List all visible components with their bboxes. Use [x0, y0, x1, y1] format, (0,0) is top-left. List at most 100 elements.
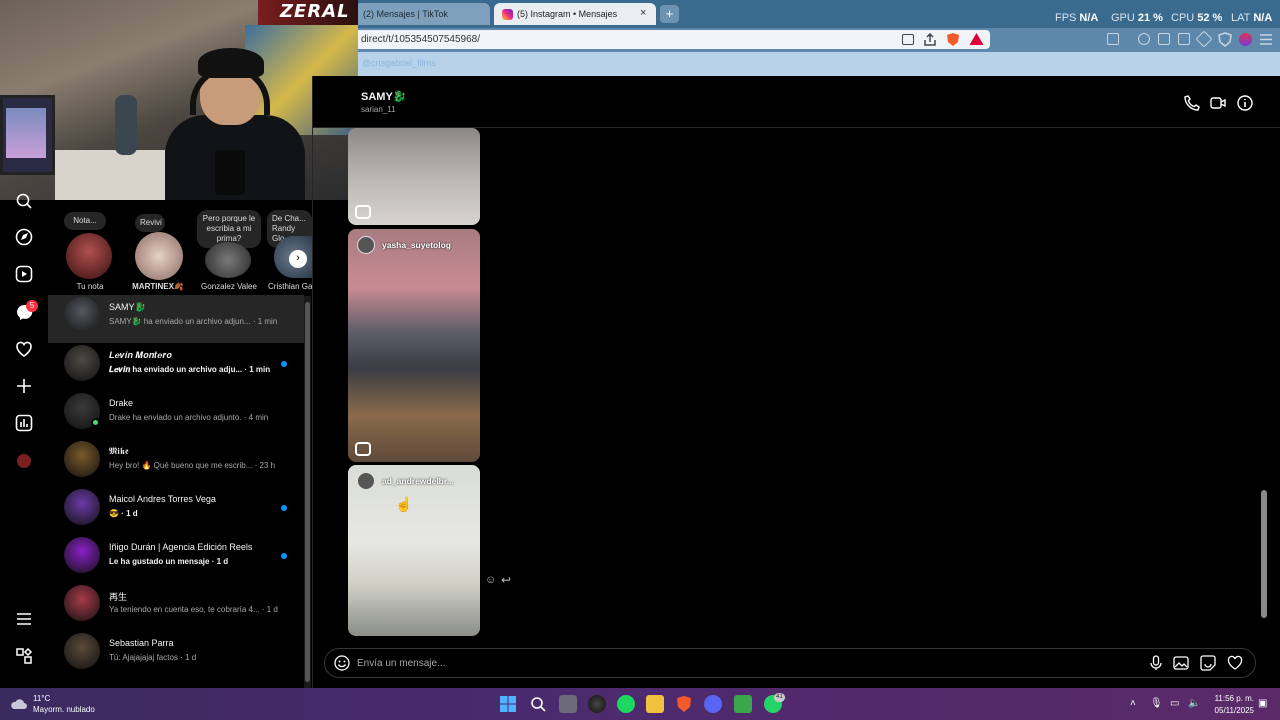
microphone	[215, 150, 245, 195]
file-explorer-icon[interactable]	[646, 695, 664, 713]
message-input[interactable]	[357, 655, 1137, 671]
brave-rewards-icon[interactable]	[969, 32, 984, 46]
close-tab-icon[interactable]: ×	[640, 7, 646, 19]
conversation-item[interactable]: SAMY🐉 SAMY🐉 ha enviado un archivo adjun..…	[48, 295, 304, 343]
conversation-item[interactable]: Maicol Andres Torres Vega 😎 · 1 d	[48, 487, 304, 535]
note-bubble[interactable]: Nota...	[64, 212, 106, 230]
spotify-icon[interactable]	[617, 695, 635, 713]
share-icon[interactable]	[923, 33, 937, 46]
more-menu-icon[interactable]	[15, 610, 33, 628]
note-avatar[interactable]	[66, 233, 112, 279]
reading-list-icon[interactable]	[1107, 33, 1119, 45]
conversation-name: Drake	[109, 398, 134, 408]
conversation-preview: Tú: Ajajajajaj factos · 1 d	[109, 653, 197, 662]
next-notes-button[interactable]: ›	[289, 250, 307, 268]
tab-instagram[interactable]: (5) Instagram • Mensajes	[494, 3, 656, 25]
like-heart-icon[interactable]	[1227, 655, 1243, 671]
dashboard-icon[interactable]	[15, 414, 33, 432]
emoji-icon[interactable]	[334, 655, 350, 671]
chat-title[interactable]: SAMY🐉	[361, 90, 406, 103]
menu-icon[interactable]	[1260, 34, 1272, 45]
create-icon[interactable]	[15, 377, 33, 395]
conversation-scrollbar[interactable]	[304, 296, 311, 688]
reply-icon[interactable]: ↩	[501, 573, 511, 587]
explore-icon[interactable]	[15, 228, 33, 246]
note-avatar[interactable]	[135, 232, 183, 280]
note-name: MARTINEX🍂	[132, 282, 184, 291]
conversation-item[interactable]: 𝑳𝒆𝒗𝒊𝒏 𝑴𝒐𝒏𝒕𝒆𝒓𝒐 𝑳𝒆𝒗𝒊𝒏 ha enviado un archivo…	[48, 343, 304, 391]
reel-author-avatar	[357, 236, 375, 254]
scrollbar-thumb[interactable]	[1261, 490, 1267, 618]
search-icon[interactable]	[15, 192, 33, 210]
search-icon[interactable]	[529, 695, 547, 713]
discord-icon[interactable]	[704, 695, 722, 713]
app-icon[interactable]	[734, 695, 752, 713]
task-view-icon[interactable]	[559, 695, 577, 713]
conversation-preview: Ya teniendo en cuenta eso, te cobraría 4…	[109, 605, 278, 614]
address-bar[interactable]: direct/t/105354507545968/	[355, 30, 990, 49]
conversation-preview: 𝑳𝒆𝒗𝒊𝒏 ha enviado un archivo adju... · 1 …	[109, 365, 271, 374]
conversation-item[interactable]: 再生 Ya teniendo en cuenta eso, te cobraría…	[48, 583, 304, 631]
notifications-icon[interactable]: ▣	[1258, 698, 1267, 709]
clock-date[interactable]: 05/11/2025	[1210, 706, 1254, 715]
conversation-avatar	[64, 633, 100, 669]
tray-network-icon[interactable]: ▭	[1170, 698, 1179, 709]
reels-icon[interactable]	[15, 265, 33, 283]
windows-start-icon[interactable]	[499, 695, 517, 713]
wallet-icon[interactable]	[1178, 33, 1190, 45]
sticker-icon[interactable]	[1200, 655, 1216, 671]
reel-author: yasha_suyetolog	[382, 240, 451, 250]
tab-label: (2) Mensajes | TikTok	[363, 9, 448, 19]
clock-time[interactable]: 11:56 p. m.	[1210, 694, 1254, 703]
note-bubble[interactable]: Revivi	[135, 214, 165, 232]
weather-temperature[interactable]: 11°C	[33, 694, 50, 703]
reel-message[interactable]	[348, 128, 480, 225]
tray-overflow-icon[interactable]: ˄	[1130, 698, 1136, 709]
new-tab-button[interactable]: +	[660, 5, 679, 23]
sidebar-icon[interactable]	[1158, 33, 1170, 45]
conversation-preview: 😎 · 1 d	[109, 509, 138, 518]
brave-shield-icon[interactable]	[946, 32, 960, 47]
note-avatar[interactable]	[205, 242, 251, 278]
brave-icon[interactable]	[675, 695, 693, 713]
instagram-icon	[502, 9, 513, 21]
obs-icon[interactable]	[588, 695, 606, 713]
notification-badge: 5	[26, 300, 38, 312]
bookmark-link[interactable]: @crisgabriel_films	[362, 58, 436, 68]
info-icon[interactable]	[1237, 95, 1253, 111]
online-indicator	[91, 418, 100, 427]
scrollbar-thumb[interactable]	[305, 302, 310, 682]
profile-icon[interactable]	[1239, 33, 1252, 46]
video-call-icon[interactable]	[1210, 95, 1226, 111]
hud-fps: FPS N/A	[1055, 12, 1099, 24]
heart-icon[interactable]	[15, 340, 33, 358]
streamer-logo: ZERAL	[258, 0, 358, 25]
microphone-icon[interactable]	[1148, 655, 1164, 671]
unread-dot	[281, 505, 287, 511]
conversation-item[interactable]: Iñigo Durán | Agencia Edición Reels Le ha…	[48, 535, 304, 583]
cast-icon[interactable]	[902, 34, 914, 45]
profile-avatar[interactable]	[17, 454, 31, 468]
conversation-avatar	[64, 345, 100, 381]
react-emoji-icon[interactable]: ☺	[485, 574, 496, 586]
music-icon[interactable]	[1138, 33, 1150, 45]
reel-message[interactable]: yasha_suyetolog	[348, 229, 480, 462]
tray-volume-icon[interactable]: 🔈	[1188, 698, 1200, 709]
conversation-item[interactable]: 𝕸𝖎𝖐𝖊 Hey bro! 🔥 Qué bueno que me escrib..…	[48, 439, 304, 487]
webcam-bottle	[115, 95, 137, 155]
tray-mic-icon[interactable]: 🎙	[1150, 698, 1163, 709]
conversation-name: Maicol Andres Torres Vega	[109, 494, 216, 504]
weather-cloud-icon[interactable]	[10, 696, 28, 710]
conversation-item[interactable]: Sebastian Parra Tú: Ajajajajaj factos · 1…	[48, 631, 304, 679]
image-icon[interactable]	[1173, 655, 1189, 671]
chat-scrollbar[interactable]	[1259, 128, 1269, 636]
threads-icon[interactable]	[15, 647, 33, 665]
conversation-item[interactable]: Drake Drake ha enviado un archivo adjunto…	[48, 391, 304, 439]
pane-divider	[312, 76, 313, 688]
tab-tiktok[interactable]: (2) Mensajes | TikTok	[355, 3, 490, 25]
vpn-icon[interactable]	[1218, 32, 1232, 47]
conversation-list: SAMY🐉 SAMY🐉 ha enviado un archivo adjun..…	[48, 295, 304, 688]
reel-message[interactable]: ad_andrewdelbr...	[348, 465, 480, 636]
conversation-name: 𝑳𝒆𝒗𝒊𝒏 𝑴𝒐𝒏𝒕𝒆𝒓𝒐	[109, 350, 172, 360]
phone-call-icon[interactable]	[1184, 95, 1200, 111]
